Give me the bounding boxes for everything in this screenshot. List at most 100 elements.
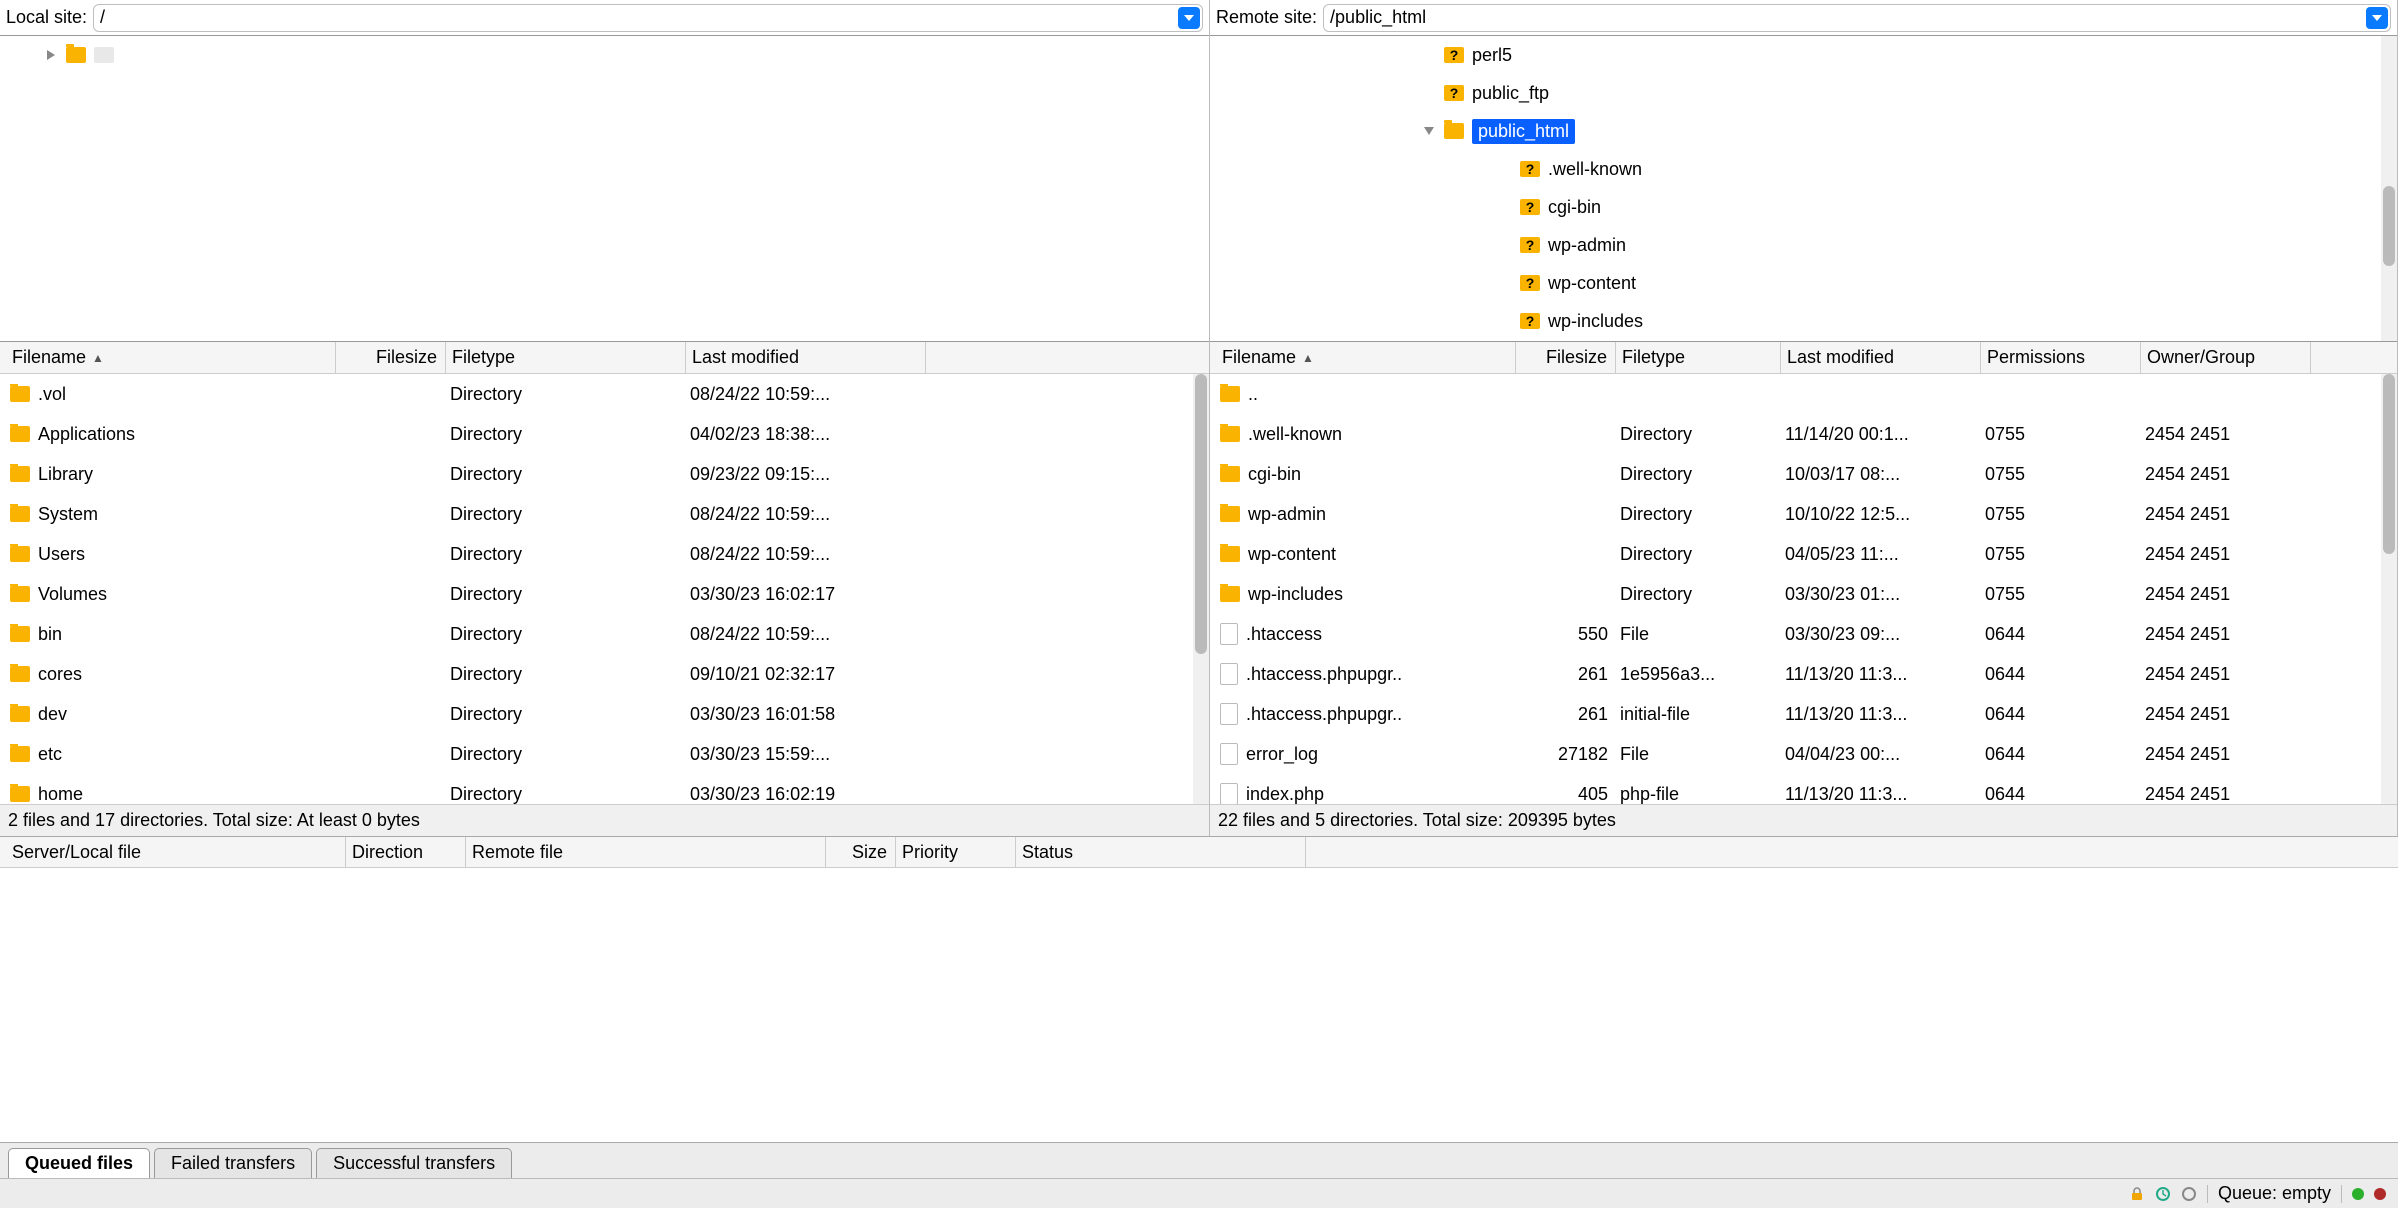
remote-tree-scrollbar[interactable] <box>2381 36 2397 341</box>
list-item[interactable]: .htaccess.phpupgr..261initial-file11/13/… <box>1210 694 2397 734</box>
list-item[interactable]: UsersDirectory08/24/22 10:59:... <box>0 534 1209 574</box>
tree-label: public_html <box>1472 119 1575 144</box>
list-item[interactable]: etcDirectory03/30/23 15:59:... <box>0 734 1209 774</box>
filetype: Directory <box>446 664 686 685</box>
modified: 03/30/23 09:... <box>1781 624 1981 645</box>
list-item[interactable]: VolumesDirectory03/30/23 16:02:17 <box>0 574 1209 614</box>
folder-unknown-icon: ? <box>1520 237 1540 253</box>
owner: 2454 2451 <box>2141 464 2311 485</box>
local-col-filetype[interactable]: Filetype <box>446 342 686 373</box>
list-item[interactable]: coresDirectory09/10/21 02:32:17 <box>0 654 1209 694</box>
filename: index.php <box>1246 784 1324 805</box>
list-item[interactable]: .volDirectory08/24/22 10:59:... <box>0 374 1209 414</box>
modified: 08/24/22 10:59:... <box>686 504 926 525</box>
local-path-combo[interactable]: / <box>93 4 1203 32</box>
folder-icon <box>1220 586 1240 602</box>
queue-col-size[interactable]: Size <box>826 837 896 867</box>
folder-icon <box>10 386 30 402</box>
remote-col-owner[interactable]: Owner/Group <box>2141 342 2311 373</box>
modified: 03/30/23 16:02:17 <box>686 584 926 605</box>
remote-col-permissions[interactable]: Permissions <box>1981 342 2141 373</box>
tree-item[interactable]: ?public_ftp <box>1210 74 2397 112</box>
list-item[interactable]: binDirectory08/24/22 10:59:... <box>0 614 1209 654</box>
local-scrollbar[interactable] <box>1193 374 1209 804</box>
remote-path-dropdown-button[interactable] <box>2366 7 2388 29</box>
lock-icon[interactable] <box>2129 1186 2145 1202</box>
queue-col-server[interactable]: Server/Local file <box>6 837 346 867</box>
remote-file-list[interactable]: ...well-knownDirectory11/14/20 00:1...07… <box>1210 374 2397 804</box>
modified: 11/13/20 11:3... <box>1781 664 1981 685</box>
file-icon <box>1220 783 1238 804</box>
list-item[interactable]: wp-contentDirectory04/05/23 11:...075524… <box>1210 534 2397 574</box>
list-item[interactable]: .htaccess550File03/30/23 09:...06442454 … <box>1210 614 2397 654</box>
modified: 03/30/23 01:... <box>1781 584 1981 605</box>
local-file-list[interactable]: .volDirectory08/24/22 10:59:...Applicati… <box>0 374 1209 804</box>
list-item[interactable]: LibraryDirectory09/23/22 09:15:... <box>0 454 1209 494</box>
remote-col-filesize[interactable]: Filesize <box>1516 342 1616 373</box>
queue-area[interactable] <box>0 868 2398 1142</box>
tree-item[interactable]: ?wp-content <box>1210 264 2397 302</box>
queue-headers[interactable]: Server/Local file Direction Remote file … <box>0 836 2398 868</box>
tree-item[interactable]: ?perl5 <box>1210 36 2397 74</box>
tab-queued-files[interactable]: Queued files <box>8 1148 150 1178</box>
owner: 2454 2451 <box>2141 424 2311 445</box>
filetype: Directory <box>446 464 686 485</box>
local-col-filename[interactable]: Filename▲ <box>6 342 336 373</box>
tab-successful-transfers[interactable]: Successful transfers <box>316 1148 512 1178</box>
list-item[interactable]: homeDirectory03/30/23 16:02:19 <box>0 774 1209 804</box>
queue-col-priority[interactable]: Priority <box>896 837 1016 867</box>
folder-unknown-icon: ? <box>1520 275 1540 291</box>
list-item[interactable]: devDirectory03/30/23 16:01:58 <box>0 694 1209 734</box>
queue-col-direction[interactable]: Direction <box>346 837 466 867</box>
tree-item[interactable]: ?.well-known <box>1210 150 2397 188</box>
local-tree[interactable]: / <box>0 36 1209 342</box>
modified: 08/24/22 10:59:... <box>686 384 926 405</box>
folder-icon <box>1220 546 1240 562</box>
folder-icon <box>66 47 86 63</box>
list-item[interactable]: index.php405php-file11/13/20 11:3...0644… <box>1210 774 2397 804</box>
remote-scrollbar[interactable] <box>2381 374 2397 804</box>
filter-icon[interactable] <box>2181 1186 2197 1202</box>
list-item[interactable]: .htaccess.phpupgr..2611e5956a3...11/13/2… <box>1210 654 2397 694</box>
refresh-icon[interactable] <box>2155 1186 2171 1202</box>
remote-tree[interactable]: ?perl5?public_ftp public_html ?.well-known… <box>1210 36 2397 342</box>
filetype: initial-file <box>1616 704 1781 725</box>
list-item[interactable]: SystemDirectory08/24/22 10:59:... <box>0 494 1209 534</box>
expand-icon[interactable] <box>44 50 58 60</box>
local-tree-root[interactable]: / <box>0 36 1209 74</box>
tree-item[interactable]: ?cgi-bin <box>1210 188 2397 226</box>
local-list-headers[interactable]: Filename▲ Filesize Filetype Last modifie… <box>0 342 1209 374</box>
remote-col-filetype[interactable]: Filetype <box>1616 342 1781 373</box>
list-item[interactable]: error_log27182File04/04/23 00:...0644245… <box>1210 734 2397 774</box>
permissions: 0644 <box>1981 744 2141 765</box>
tree-item[interactable]: ?wp-includes <box>1210 302 2397 340</box>
tab-failed-transfers[interactable]: Failed transfers <box>154 1148 312 1178</box>
local-path-dropdown-button[interactable] <box>1178 7 1200 29</box>
file-icon <box>1220 743 1238 765</box>
queue-col-remote[interactable]: Remote file <box>466 837 826 867</box>
list-item[interactable]: .. <box>1210 374 2397 414</box>
remote-col-modified[interactable]: Last modified <box>1781 342 1981 373</box>
list-item[interactable]: ApplicationsDirectory04/02/23 18:38:... <box>0 414 1209 454</box>
filename: cores <box>38 664 82 685</box>
filename: bin <box>38 624 62 645</box>
filesize: 27182 <box>1516 744 1616 765</box>
list-item[interactable]: cgi-binDirectory10/03/17 08:...07552454 … <box>1210 454 2397 494</box>
remote-col-filename[interactable]: Filename▲ <box>1216 342 1516 373</box>
remote-path-combo[interactable]: /public_html <box>1323 4 2391 32</box>
permissions: 0644 <box>1981 624 2141 645</box>
list-item[interactable]: wp-adminDirectory10/10/22 12:5...0755245… <box>1210 494 2397 534</box>
local-col-filesize[interactable]: Filesize <box>336 342 446 373</box>
filename: .well-known <box>1248 424 1342 445</box>
tree-item[interactable]: ?wp-admin <box>1210 226 2397 264</box>
list-item[interactable]: .well-knownDirectory11/14/20 00:1...0755… <box>1210 414 2397 454</box>
queue-col-status[interactable]: Status <box>1016 837 1306 867</box>
owner: 2454 2451 <box>2141 584 2311 605</box>
collapse-icon[interactable] <box>1422 127 1436 135</box>
remote-list-headers[interactable]: Filename▲ Filesize Filetype Last modifie… <box>1210 342 2397 374</box>
modified: 10/03/17 08:... <box>1781 464 1981 485</box>
tree-item[interactable]: public_html <box>1210 112 2397 150</box>
local-col-modified[interactable]: Last modified <box>686 342 926 373</box>
list-item[interactable]: wp-includesDirectory03/30/23 01:...07552… <box>1210 574 2397 614</box>
filetype: File <box>1616 744 1781 765</box>
